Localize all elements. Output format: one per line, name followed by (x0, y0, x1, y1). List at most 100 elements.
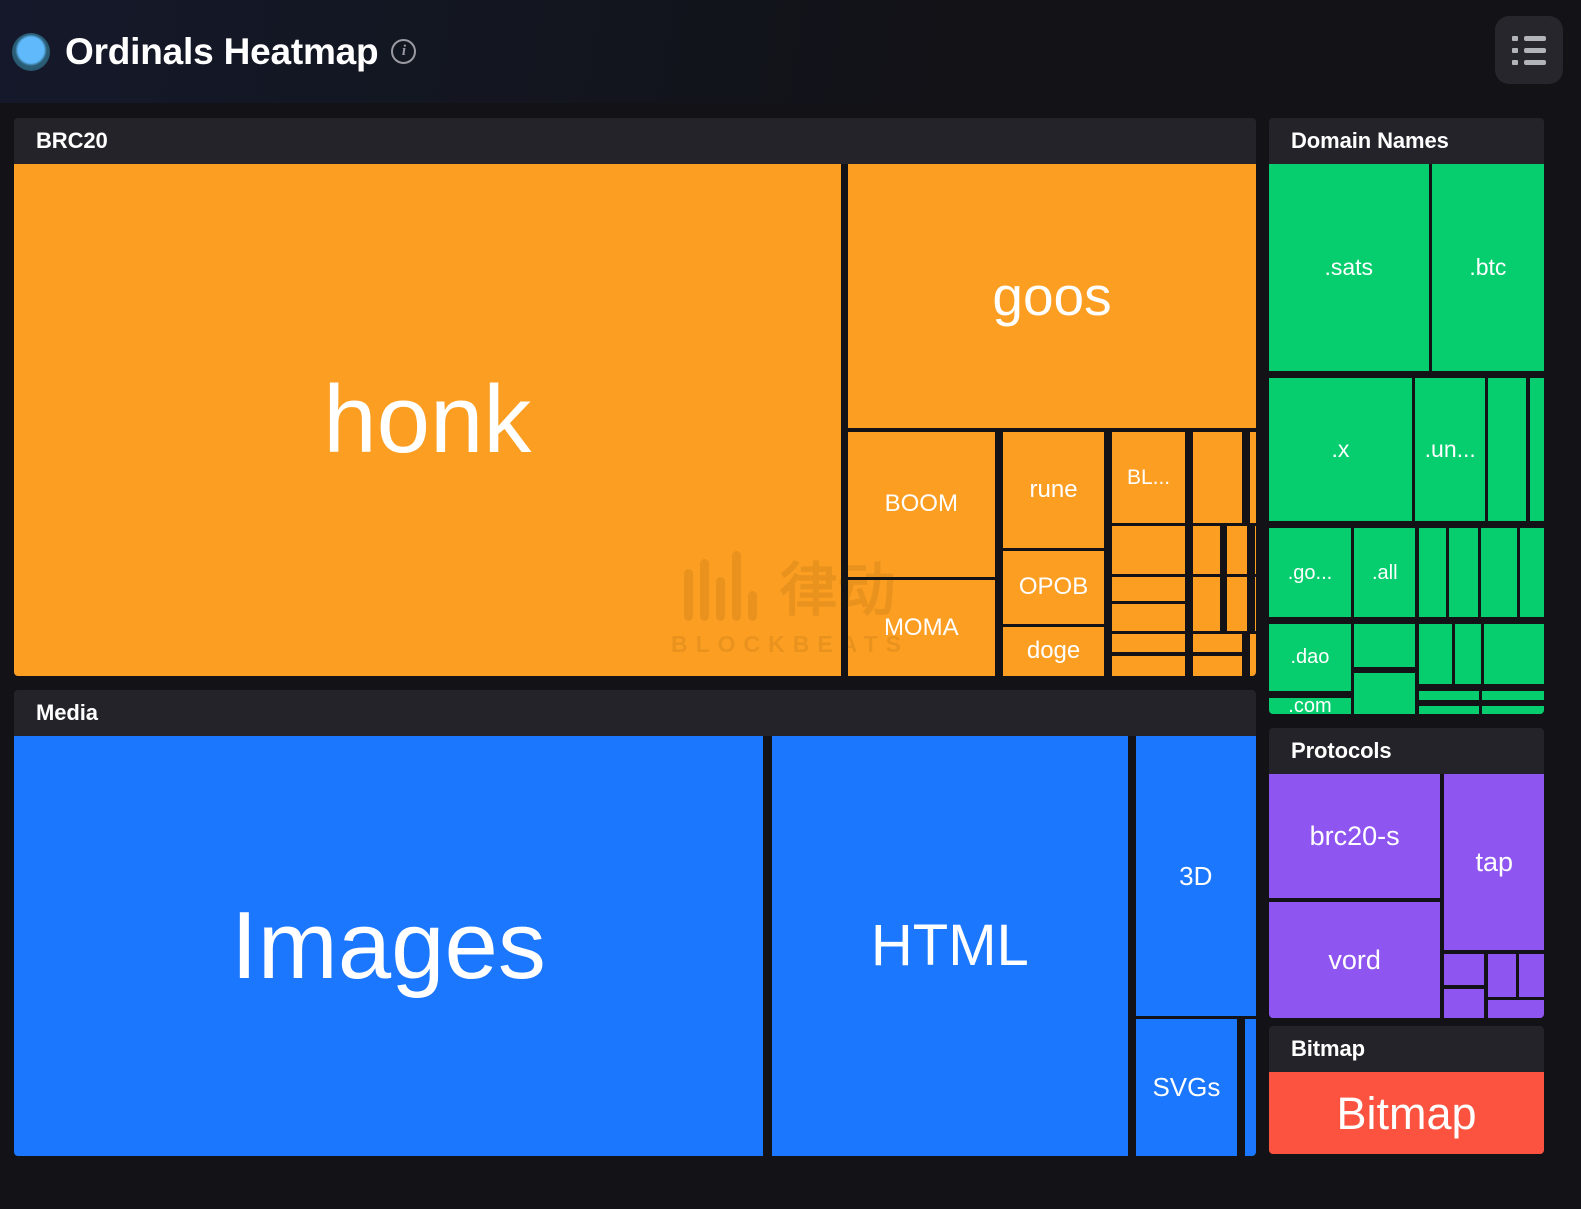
treemap-tile-btc[interactable]: .btc (1431, 164, 1544, 371)
list-menu-icon-row-2 (1512, 47, 1546, 53)
treemap-tile-label: HTML (870, 913, 1029, 978)
treemap-tile[interactable] (1227, 577, 1248, 631)
treemap-tile[interactable] (1482, 706, 1544, 714)
ordinals-heatmap-app: Ordinals Heatmap i BRC20 honk goos BOOM MOM… (0, 0, 1581, 1209)
treemap-tile-label: .un... (1424, 435, 1476, 462)
treemap-tile-label: .all (1371, 561, 1398, 584)
treemap-tile-label: SVGs (1152, 1072, 1221, 1103)
treemap-tile[interactable] (1484, 623, 1544, 685)
treemap-tile-label: .dao (1290, 646, 1330, 669)
treemap-tile[interactable] (1254, 577, 1256, 631)
treemap-brc20: honk goos BOOM MOMA rune OPOB doge BL... (14, 164, 1256, 676)
treemap-tile-label: BOOM (884, 490, 958, 518)
treemap-tile[interactable] (1488, 377, 1527, 521)
treemap-tile[interactable] (1192, 577, 1220, 631)
panel-media: Media Images HTML 3D SVGs (14, 690, 1256, 1156)
panel-brc20: BRC20 honk goos BOOM MOMA rune OPOB doge BL... (14, 118, 1256, 676)
treemap-domain-names: .sats .btc .x .un... .go... .all .dao .com (1269, 164, 1544, 714)
treemap-tile-go[interactable]: .go... (1269, 528, 1351, 618)
treemap-tile[interactable] (1249, 431, 1256, 523)
treemap-tile[interactable] (1454, 623, 1481, 685)
treemap-tile[interactable] (1227, 525, 1248, 575)
treemap-tile-dao[interactable]: .dao (1269, 623, 1351, 691)
treemap-tile[interactable] (1444, 954, 1485, 986)
treemap-tile[interactable] (1418, 706, 1480, 714)
treemap-tile-moma[interactable]: MOMA (848, 579, 995, 676)
treemap-tile[interactable] (1481, 528, 1518, 618)
treemap-tile-svgs[interactable]: SVGs (1135, 1018, 1238, 1156)
treemap-protocols: brc20-s vord tap (1269, 774, 1544, 1018)
treemap-tile[interactable] (1244, 1018, 1256, 1156)
treemap-tile-honk[interactable]: honk (14, 164, 841, 676)
treemap-tile-label: .x (1331, 435, 1350, 462)
treemap-tile[interactable] (1418, 623, 1452, 685)
info-icon[interactable]: i (391, 39, 417, 64)
panel-domain-names: Domain Names .sats .btc .x .un... .go... .all… (1269, 118, 1544, 714)
treemap-tile[interactable] (1449, 528, 1478, 618)
treemap-tile-rune[interactable]: rune (1002, 431, 1105, 548)
treemap-tile-sats[interactable]: .sats (1269, 164, 1429, 371)
treemap-tile[interactable] (1192, 525, 1220, 575)
treemap-tile-brc20s[interactable]: brc20-s (1269, 774, 1441, 899)
treemap-tile[interactable] (1354, 623, 1416, 667)
treemap-tile-label: brc20-s (1309, 820, 1400, 851)
treemap-tile-label: doge (1026, 637, 1081, 665)
treemap-tile[interactable] (1488, 1000, 1544, 1018)
treemap-tile-bl[interactable]: BL... (1111, 431, 1186, 523)
treemap-tile[interactable] (1444, 988, 1485, 1018)
treemap-tile[interactable] (1254, 525, 1256, 575)
treemap-tile-opob[interactable]: OPOB (1002, 551, 1105, 624)
treemap-tile-label: Images (231, 892, 546, 999)
treemap-tile-vord[interactable]: vord (1269, 902, 1441, 1018)
treemap-tile-x[interactable]: .x (1269, 377, 1412, 521)
panel-title-protocols: Protocols (1269, 728, 1544, 774)
treemap-tile-un[interactable]: .un... (1415, 377, 1486, 521)
treemap-tile-boom[interactable]: BOOM (848, 431, 995, 577)
treemap-tile-label: .com (1288, 697, 1332, 715)
treemap-bitmap: Bitmap (1269, 1072, 1544, 1154)
treemap-tile-all[interactable]: .all (1354, 528, 1416, 618)
treemap-tile[interactable] (1249, 634, 1256, 676)
treemap-tile-label: honk (323, 366, 532, 473)
menu-button[interactable] (1495, 16, 1563, 84)
treemap-tile-tap[interactable]: tap (1444, 774, 1544, 951)
treemap-tile-label: MOMA (883, 613, 959, 641)
app-header: Ordinals Heatmap i (0, 0, 1581, 103)
treemap-tile-bitmap[interactable]: Bitmap (1269, 1072, 1544, 1154)
treemap-tile[interactable] (1488, 954, 1516, 997)
treemap-tile-label: vord (1328, 944, 1381, 975)
treemap-tile[interactable] (1529, 377, 1544, 521)
treemap-tile[interactable] (1192, 634, 1243, 653)
treemap-tile-goos[interactable]: goos (848, 164, 1256, 429)
treemap-tile[interactable] (1520, 528, 1544, 618)
list-menu-icon-row-3 (1512, 59, 1546, 65)
treemap-tile-label: .sats (1324, 253, 1374, 280)
panel-title-bitmap: Bitmap (1269, 1026, 1544, 1072)
treemap-tile[interactable] (1354, 673, 1416, 714)
treemap-tile[interactable] (1111, 655, 1186, 676)
treemap-tile-3d[interactable]: 3D (1135, 736, 1256, 1016)
treemap-tile-images[interactable]: Images (14, 736, 763, 1156)
panel-protocols: Protocols brc20-s vord tap (1269, 728, 1544, 1018)
treemap-tile-label: .go... (1287, 561, 1333, 584)
treemap-tile[interactable] (1519, 954, 1544, 997)
treemap-tile[interactable] (1418, 528, 1447, 618)
treemap-tile[interactable] (1111, 634, 1186, 653)
page-title: Ordinals Heatmap (65, 31, 379, 72)
treemap-tile[interactable] (1482, 690, 1544, 700)
treemap-tile-label: BL... (1126, 465, 1171, 489)
treemap-tile[interactable] (1192, 431, 1243, 523)
treemap-tile-doge[interactable]: doge (1002, 626, 1105, 676)
treemap-tile[interactable] (1418, 690, 1480, 700)
treemap-tile-label: goos (992, 264, 1112, 327)
treemap-tile-html[interactable]: HTML (771, 736, 1129, 1156)
panel-title-brc20: BRC20 (14, 118, 1256, 164)
list-menu-icon (1512, 35, 1546, 41)
treemap-tile[interactable] (1111, 577, 1186, 601)
treemap-tile[interactable] (1111, 603, 1186, 631)
treemap-tile-com[interactable]: .com (1269, 697, 1351, 715)
treemap-tile-label: OPOB (1018, 573, 1089, 601)
treemap-tile[interactable] (1192, 655, 1243, 676)
treemap-tile[interactable] (1111, 525, 1186, 575)
treemap-media: Images HTML 3D SVGs (14, 736, 1256, 1156)
